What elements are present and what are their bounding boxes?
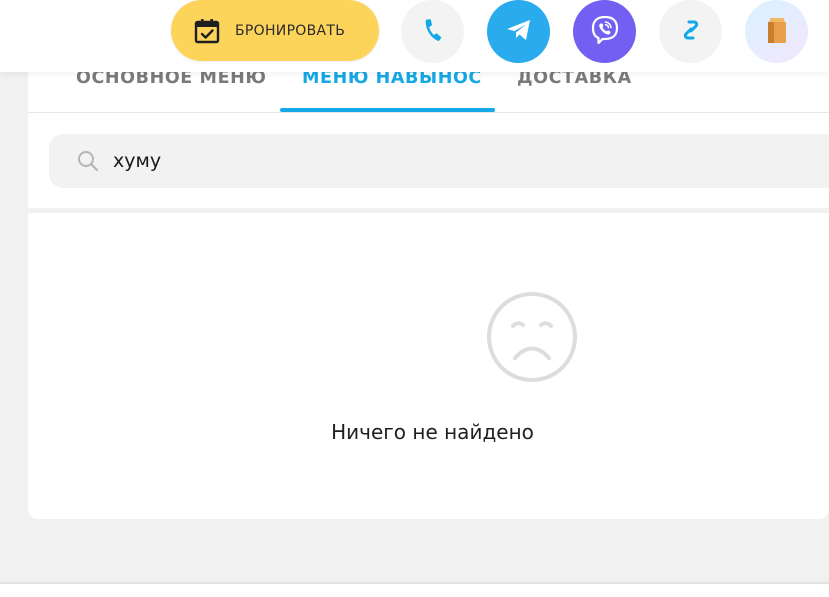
telegram-icon	[504, 15, 534, 49]
book-button[interactable]: БРОНИРОВАТЬ	[171, 0, 379, 61]
phone-icon	[420, 17, 446, 47]
active-tab-indicator	[280, 108, 495, 112]
viber-icon	[588, 13, 622, 51]
sad-face-icon	[486, 291, 578, 383]
viber-button[interactable]	[573, 0, 636, 63]
link-button[interactable]	[659, 0, 722, 63]
top-bar: БРОНИРОВАТЬ	[0, 0, 829, 72]
search-input[interactable]	[113, 150, 713, 172]
calendar-check-icon	[193, 17, 221, 45]
bottom-strip	[0, 584, 829, 597]
book-button-label: БРОНИРОВАТЬ	[235, 22, 346, 39]
empty-state-message: Ничего не найдено	[331, 420, 534, 444]
search-bar[interactable]	[49, 134, 829, 188]
telegram-button[interactable]	[487, 0, 550, 63]
menu-card: ОСНОВНОЕ МЕНЮ МЕНЮ НАВЫНОС ДОСТАВКА Ниче…	[28, 40, 829, 519]
paper-bag-icon	[764, 15, 790, 49]
section-divider	[28, 208, 829, 213]
link-icon	[677, 16, 705, 48]
search-icon	[77, 150, 99, 172]
phone-button[interactable]	[401, 0, 464, 63]
paper-bag-button[interactable]	[745, 0, 808, 63]
